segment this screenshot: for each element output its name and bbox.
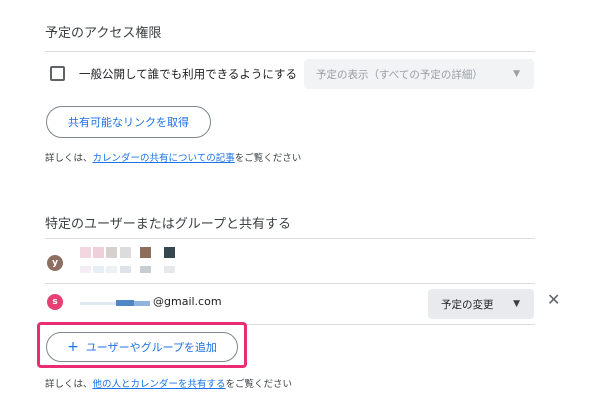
email-blurred	[80, 299, 152, 307]
public-checkbox-label[interactable]: 一般公開して誰でも利用できるようにする	[79, 66, 297, 82]
add-people-label: ユーザーやグループを追加	[85, 341, 217, 354]
divider	[45, 51, 535, 52]
user-email: @gmail.com	[153, 295, 222, 308]
access-heading: 予定のアクセス権限	[45, 26, 162, 41]
add-people-button[interactable]: + ユーザーやグループを追加	[46, 332, 238, 362]
permission-select-value: 予定の変更	[441, 298, 494, 311]
help-suffix: をご覧ください	[225, 379, 293, 390]
chevron-down-icon: ▼	[513, 69, 520, 79]
public-checkbox[interactable]	[50, 66, 65, 81]
share-calendar-help-link[interactable]: 他の人とカレンダーを共有する	[93, 379, 226, 390]
share-heading: 特定のユーザーまたはグループと共有する	[45, 217, 291, 232]
help-prefix: 詳しくは、	[45, 153, 93, 164]
calendar-sharing-article-link[interactable]: カレンダーの共有についての記事	[93, 153, 235, 164]
plus-icon: +	[67, 339, 79, 355]
avatar: s	[47, 294, 63, 310]
remove-user-close-icon[interactable]: ✕	[547, 290, 560, 309]
permission-select[interactable]: 予定の変更 ▼	[428, 289, 534, 319]
get-shareable-link-button[interactable]: 共有可能なリンクを取得	[46, 106, 211, 138]
visibility-select-value: 予定の表示（すべての予定の詳細）	[316, 68, 483, 81]
access-help-text: 詳しくは、カレンダーの共有についての記事をご覧ください	[45, 150, 301, 164]
help-suffix: をご覧ください	[234, 153, 302, 164]
chevron-down-icon: ▼	[513, 299, 520, 309]
help-prefix: 詳しくは、	[45, 379, 93, 390]
divider	[45, 238, 535, 239]
avatar: y	[47, 255, 63, 271]
user-name-blurred	[80, 247, 190, 277]
divider	[45, 283, 535, 284]
share-help-text: 詳しくは、他の人とカレンダーを共有するをご覧ください	[45, 376, 292, 390]
visibility-select: 予定の表示（すべての予定の詳細） ▼	[304, 59, 534, 89]
